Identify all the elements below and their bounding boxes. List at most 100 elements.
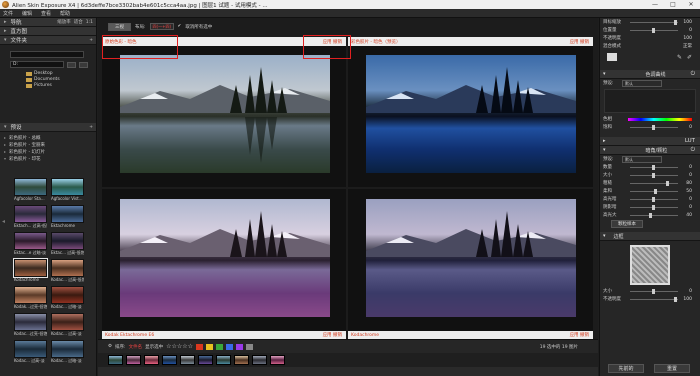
preset-category[interactable]: ▸ 彩色胶片 - 总概 xyxy=(4,134,92,141)
film-thumb[interactable] xyxy=(216,355,231,365)
compare-pane-bottom-right[interactable]: Kodachrome 应用 撤销 xyxy=(348,189,593,339)
compare-pane-top-right[interactable]: 彩色胶片 - 暗色（预览） 应用 撤销 xyxy=(348,37,593,187)
preset-thumb[interactable]: Kodak...过亮-低饱 xyxy=(14,286,47,310)
slider[interactable] xyxy=(630,20,678,25)
preset-thumb[interactable]: Ektac...e 过暗-淡 xyxy=(14,232,47,256)
compare-pane-top-left[interactable]: 原始色彩 - 暗色 应用 撤销 xyxy=(102,37,346,187)
grain-preset-select[interactable]: 默认 xyxy=(622,155,662,163)
film-thumb[interactable] xyxy=(270,355,285,365)
preset-category[interactable]: ▾ 彩色胶片 - 印花 xyxy=(4,155,92,162)
preset-thumb[interactable]: Agfacolor Vist... xyxy=(51,178,84,202)
film-thumb[interactable] xyxy=(126,355,141,365)
preset-category[interactable]: ▸ 彩色胶片 - 宝丽来 xyxy=(4,141,92,148)
frame-header[interactable]: ▾ 边框 xyxy=(600,232,700,241)
collapse-panel-arrow-icon[interactable]: ◂ xyxy=(2,218,5,225)
preset-category[interactable]: ▸ 彩色胶片 - 幻灯片 xyxy=(4,148,92,155)
film-thumb[interactable] xyxy=(144,355,159,365)
film-thumb[interactable] xyxy=(198,355,213,365)
preset-thumb[interactable]: Kodac... 过暗-淡 xyxy=(51,286,84,310)
preset-thumb[interactable]: Agfacolor Sta... xyxy=(14,178,47,202)
color-label-purple[interactable] xyxy=(235,343,243,350)
color-label-green[interactable] xyxy=(215,343,223,350)
settings-gear-icon[interactable]: ⚙ xyxy=(108,344,112,349)
frame-preview-thumbnail[interactable] xyxy=(630,245,670,285)
tree-item[interactable]: Pictures xyxy=(26,83,92,88)
slider[interactable] xyxy=(630,213,678,218)
color-label-gray[interactable] xyxy=(245,343,253,350)
preset-thumb[interactable]: Kodac... 过高-淡 xyxy=(14,340,47,364)
preset-thumb[interactable]: Kodac... 过高-低饱 xyxy=(51,259,84,283)
add-folder-icon[interactable]: + xyxy=(89,38,93,43)
preset-thumb[interactable]: Kodac...过亮-低饱 xyxy=(14,313,47,337)
color-wheel-area[interactable] xyxy=(604,89,696,113)
preset-thumb[interactable]: Ektachrome xyxy=(51,205,84,229)
filter-label[interactable]: 显示选中 xyxy=(145,344,163,350)
toggle-icon[interactable]: ⏻ xyxy=(691,71,695,78)
tone-curve-header[interactable]: ▾ 色调曲线 ⏻ xyxy=(600,70,700,79)
tree-item[interactable]: Desktop xyxy=(26,71,92,76)
menu-file[interactable]: 文件 xyxy=(3,10,13,17)
minimize-button[interactable]: — xyxy=(646,0,664,9)
folder-search-input[interactable] xyxy=(10,51,84,58)
preset-thumb[interactable]: Ektach... 过高-低饱 xyxy=(14,205,47,229)
pane-apply-links[interactable]: 应用 撤销 xyxy=(570,39,589,45)
menu-help[interactable]: 帮助 xyxy=(60,10,70,17)
reset-button[interactable]: 重置 xyxy=(654,364,690,373)
zoom-fit-button[interactable]: 适合 xyxy=(74,19,83,25)
folders-header[interactable]: ▾ 文件夹 + xyxy=(0,36,96,45)
slider[interactable] xyxy=(630,297,678,302)
film-thumb[interactable] xyxy=(162,355,177,365)
slider[interactable] xyxy=(630,173,678,178)
tone-preset-select[interactable]: 默认 xyxy=(622,79,662,87)
color-label-red[interactable] xyxy=(195,343,203,350)
path-button-b[interactable] xyxy=(79,61,88,68)
slider[interactable] xyxy=(630,181,678,186)
slider[interactable] xyxy=(630,205,678,210)
folder-path-field[interactable]: D: xyxy=(10,61,64,68)
slider[interactable] xyxy=(630,125,678,130)
hue-gradient-bar[interactable] xyxy=(628,118,692,121)
layer-thumb[interactable] xyxy=(607,53,617,61)
lut-header[interactable]: ▸ LUT xyxy=(600,137,700,146)
close-button[interactable]: ✕ xyxy=(682,0,700,9)
preset-thumb[interactable]: Kodac... 过暗-淡 xyxy=(51,340,84,364)
add-preset-icon[interactable]: + xyxy=(89,125,93,130)
preset-thumb[interactable]: Ektac... 过高-低饱 xyxy=(51,232,84,256)
film-thumb[interactable] xyxy=(180,355,195,365)
compare-view-button[interactable]: 三视 xyxy=(108,22,131,31)
film-thumb[interactable] xyxy=(252,355,267,365)
histogram-header[interactable]: ▸ 直方图 xyxy=(0,27,96,36)
slider[interactable] xyxy=(630,197,678,202)
preset-thumb[interactable]: Kodac... 过高-淡 xyxy=(51,313,84,337)
checkmark-icon[interactable]: ✔ xyxy=(178,24,182,29)
film-thumb[interactable] xyxy=(108,355,123,365)
presets-header[interactable]: ▾ 预设 + xyxy=(0,123,96,132)
grain-header[interactable]: ▾ 暗角/颗粒 ⏻ xyxy=(600,146,700,155)
pane-apply-links[interactable]: 应用 撤销 xyxy=(323,332,342,338)
navigator-header[interactable]: ▸ 导航 缩放率 适合 1:1 xyxy=(0,18,96,27)
toggle-icon[interactable]: ⏻ xyxy=(691,147,695,154)
menu-view[interactable]: 查看 xyxy=(41,10,51,17)
rating-stars[interactable]: ☆☆☆☆☆ xyxy=(166,343,193,350)
maximize-button[interactable]: □ xyxy=(664,0,682,9)
sort-select[interactable]: 文件名 xyxy=(129,344,143,350)
preset-thumb[interactable]: Kodachrome xyxy=(13,258,48,283)
brush-icon[interactable]: ✎ xyxy=(677,54,682,61)
zoom-1to1-button[interactable]: 1:1 xyxy=(86,20,93,25)
tree-item[interactable]: Documents xyxy=(26,77,92,82)
menu-edit[interactable]: 编辑 xyxy=(22,10,32,17)
film-thumb[interactable] xyxy=(234,355,249,365)
color-label-yellow[interactable] xyxy=(205,343,213,350)
layout-select[interactable]: 四(一+四) xyxy=(149,23,174,30)
previous-settings-button[interactable]: 先前的 xyxy=(608,364,644,373)
slider[interactable] xyxy=(630,165,678,170)
slider[interactable] xyxy=(630,289,678,294)
slider[interactable] xyxy=(630,189,678,194)
compare-pane-bottom-left[interactable]: Kodak Ektachrome E6 应用 撤销 xyxy=(102,189,346,339)
pen-icon[interactable]: ✐ xyxy=(687,54,692,61)
pane-apply-links[interactable]: 应用 撤销 xyxy=(570,332,589,338)
slider[interactable] xyxy=(630,28,678,33)
color-label-blue[interactable] xyxy=(225,343,233,350)
path-button-a[interactable] xyxy=(67,61,76,68)
grain-sample-button[interactable]: 颗粒样本 xyxy=(611,220,643,228)
